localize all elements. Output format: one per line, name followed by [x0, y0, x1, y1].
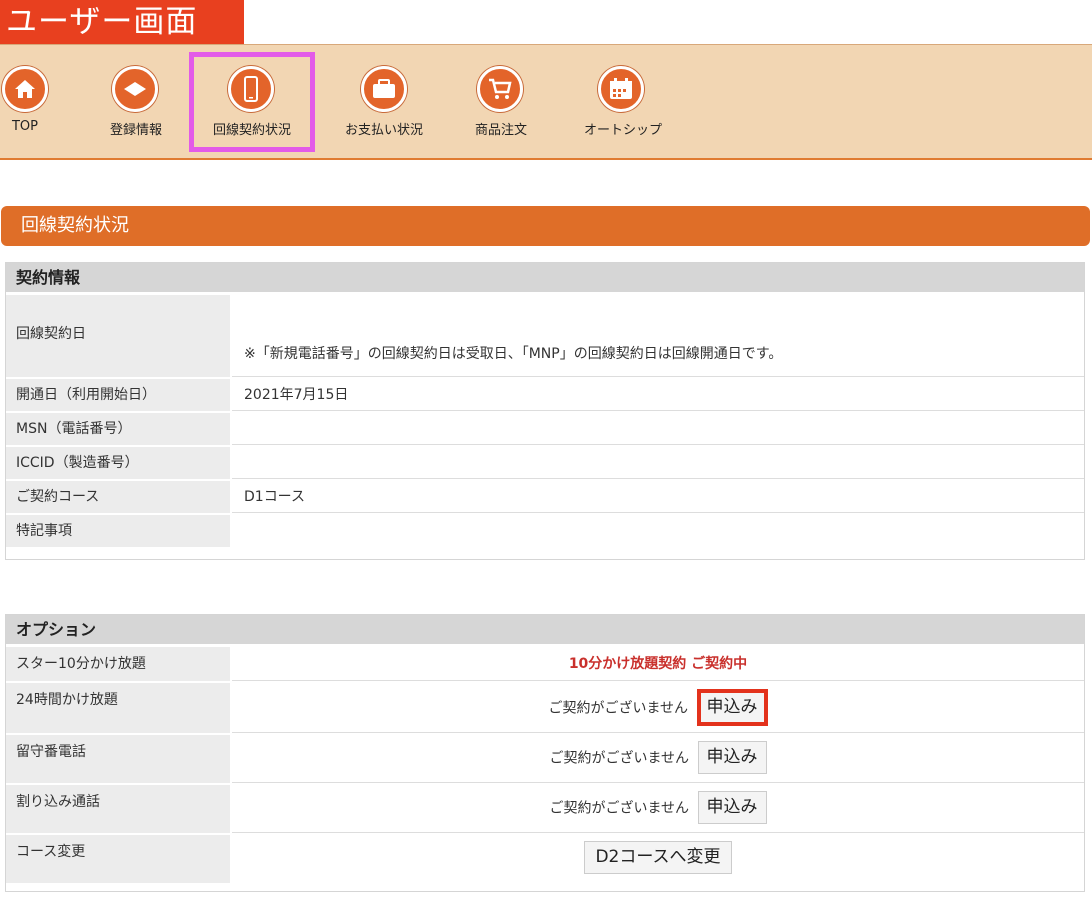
table-row: スター10分かけ放題 10分かけ放題契約 ご契約中	[6, 645, 1084, 681]
wallet-icon	[361, 66, 407, 112]
contract-date-note: ※「新規電話番号」の回線契約日は受取日、「MNP」の回線契約日は回線開通日です。	[244, 346, 783, 362]
option-status: 10分かけ放題契約 ご契約中	[232, 647, 1084, 681]
table-row: 特記事項	[6, 513, 1084, 547]
nav-highlight-frame	[189, 52, 315, 152]
table-row: コース変更 D2コースへ変更	[6, 833, 1084, 883]
change-course-button[interactable]: D2コースへ変更	[584, 841, 732, 874]
nav-item-order[interactable]: 商品注文	[462, 45, 540, 159]
cart-icon	[477, 66, 523, 112]
nav-item-registration[interactable]: 登録情報	[100, 45, 172, 159]
option-label: 割り込み通話	[6, 785, 232, 833]
nav-label: お支払い状況	[344, 123, 423, 138]
page-label: ユーザー画面	[0, 0, 244, 44]
contract-table-header: 契約情報	[6, 263, 1084, 293]
option-label: スター10分かけ放題	[6, 647, 232, 681]
option-label: コース変更	[6, 835, 232, 883]
active-status: 10分かけ放題契約 ご契約中	[568, 656, 748, 672]
option-status: ご契約がございません 申込み	[232, 683, 1084, 733]
contract-table: 契約情報 回線契約日 ※「新規電話番号」の回線契約日は受取日、「MNP」の回線契…	[5, 262, 1085, 560]
table-row: ICCID（製造番号）	[6, 445, 1084, 479]
table-row: 回線契約日 ※「新規電話番号」の回線契約日は受取日、「MNP」の回線契約日は回線…	[6, 293, 1084, 377]
row-value	[232, 515, 1084, 547]
row-value: 2021年7月15日	[232, 379, 1084, 411]
row-label: 特記事項	[6, 515, 232, 547]
nav-label: 商品注文	[474, 123, 527, 138]
row-label: ICCID（製造番号）	[6, 447, 232, 479]
table-row: 留守番電話 ご契約がございません 申込み	[6, 733, 1084, 783]
nav-label: TOP	[11, 119, 38, 134]
option-label: 留守番電話	[6, 735, 232, 783]
home-icon	[2, 66, 48, 112]
apply-call-waiting-button[interactable]: 申込み	[697, 791, 767, 824]
nav-label: 登録情報	[109, 123, 162, 138]
table-row: 24時間かけ放題 ご契約がございません 申込み	[6, 681, 1084, 733]
id-card-icon	[112, 66, 158, 112]
table-row: MSN（電話番号）	[6, 411, 1084, 445]
calendar-icon	[598, 66, 644, 112]
option-status: D2コースへ変更	[232, 835, 1084, 883]
apply-voicemail-button[interactable]: 申込み	[697, 741, 767, 774]
option-status: ご契約がございません 申込み	[232, 785, 1084, 833]
row-value: D1コース	[232, 481, 1084, 513]
no-contract-text: ご契約がございません	[549, 800, 690, 817]
table-row: 割り込み通話 ご契約がございません 申込み	[6, 783, 1084, 833]
row-value: ※「新規電話番号」の回線契約日は受取日、「MNP」の回線契約日は回線開通日です。	[232, 295, 1084, 377]
table-row: 開通日（利用開始日） 2021年7月15日	[6, 377, 1084, 411]
row-label: 開通日（利用開始日）	[6, 379, 232, 411]
top-nav: TOP 登録情報 回線契約状況 お支払い状況 商品注文 オートシップ	[0, 44, 1092, 160]
options-table-header: オプション	[6, 615, 1084, 645]
nav-label: オートシップ	[583, 123, 662, 138]
row-label: ご契約コース	[6, 481, 232, 513]
no-contract-text: ご契約がございません	[548, 700, 689, 717]
section-title: 回線契約状況	[1, 206, 1090, 246]
table-row: ご契約コース D1コース	[6, 479, 1084, 513]
no-contract-text: ご契約がございません	[549, 750, 690, 767]
row-value	[232, 447, 1084, 479]
row-label: MSN（電話番号）	[6, 413, 232, 445]
option-status: ご契約がございません 申込み	[232, 735, 1084, 783]
nav-item-top[interactable]: TOP	[0, 45, 50, 159]
apply-24h-button[interactable]: 申込み	[696, 689, 768, 726]
option-label: 24時間かけ放題	[6, 683, 232, 733]
row-value	[232, 413, 1084, 445]
row-label: 回線契約日	[6, 295, 232, 377]
options-table: オプション スター10分かけ放題 10分かけ放題契約 ご契約中 24時間かけ放題…	[5, 614, 1085, 892]
nav-item-payment[interactable]: お支払い状況	[334, 45, 434, 159]
nav-item-autoship[interactable]: オートシップ	[570, 45, 676, 159]
